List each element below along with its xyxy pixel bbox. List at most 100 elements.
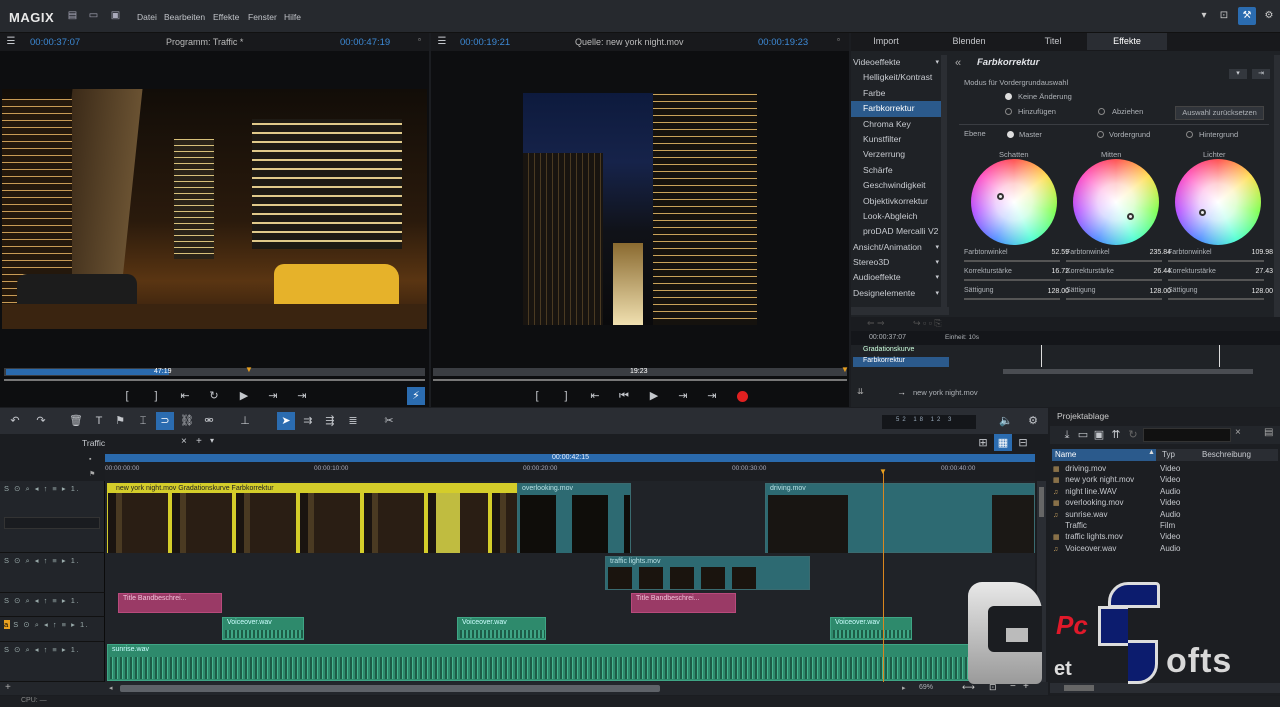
- playhead-handle-icon[interactable]: ▼: [879, 467, 887, 476]
- kf-row-2[interactable]: Farbkorrektur: [853, 357, 949, 367]
- step-frame-icon[interactable]: ⇥: [674, 387, 692, 405]
- category-hscrollbar[interactable]: [851, 307, 949, 315]
- save-icon[interactable]: ▣: [110, 10, 121, 21]
- sat-slider-0[interactable]: [964, 298, 1060, 300]
- radio-master[interactable]: [1007, 131, 1014, 138]
- project-row[interactable]: ▦ overlooking.mov Video: [1053, 497, 1277, 508]
- effect-category-11[interactable]: proDAD Mercalli V2: [851, 224, 941, 239]
- insert-icon[interactable]: ⊥: [236, 412, 254, 430]
- hamburger-icon[interactable]: ☰: [433, 33, 451, 51]
- hue-slider-2[interactable]: [1168, 260, 1264, 262]
- col-type[interactable]: Typ: [1162, 450, 1175, 459]
- clip-sunrise[interactable]: sunrise.wav: [107, 644, 1035, 681]
- track-controls-3[interactable]: S ⊙ ⌕ ◂ ↑ ≡ ▸ 1.: [0, 593, 104, 609]
- tab-dropdown-icon[interactable]: ▾: [210, 436, 214, 445]
- effect-category-8[interactable]: Geschwindigkeit: [851, 178, 941, 193]
- menu-hilfe[interactable]: Hilfe: [284, 12, 301, 22]
- add-track-icon[interactable]: +: [5, 682, 11, 693]
- playback-range[interactable]: 00:00:42:15: [105, 454, 1035, 462]
- delete-icon[interactable]: 🗑: [67, 412, 85, 430]
- maximize-icon[interactable]: ▫: [418, 35, 421, 44]
- lightning-icon[interactable]: ⚡: [407, 387, 425, 405]
- track-header-2[interactable]: S ⊙ ⌕ ◂ ↑ ≡ ▸ 1.: [0, 553, 105, 593]
- sat-slider-2[interactable]: [1168, 298, 1264, 300]
- track-header-1[interactable]: S ⊙ ⌕ ◂ ↑ ≡ ▸ 1.: [0, 481, 105, 553]
- track-header-4[interactable]: a S ⊙ ⌕ ◂ ↑ ≡ ▸ 1.: [0, 617, 105, 642]
- menu-datei[interactable]: Datei: [137, 12, 157, 22]
- record-icon[interactable]: [737, 391, 748, 402]
- add-tab-icon[interactable]: +: [196, 436, 202, 447]
- project-row[interactable]: ♫ sunrise.wav Audio: [1053, 509, 1277, 520]
- effect-category-9[interactable]: Objektivkorrektur: [851, 194, 941, 209]
- timeline-view-icon[interactable]: ▦: [994, 434, 1012, 451]
- mark-in-button[interactable]: [: [118, 387, 136, 405]
- go-to-end-icon[interactable]: ⇥: [703, 387, 721, 405]
- hue-value-0[interactable]: 52.59: [1029, 249, 1069, 256]
- settings-small-icon[interactable]: ⚙: [1024, 412, 1042, 430]
- multi-track-icon[interactable]: ≣: [344, 412, 362, 430]
- color-wheel-0[interactable]: [971, 159, 1057, 245]
- loop-icon[interactable]: ↻: [205, 387, 223, 405]
- corr-value-1[interactable]: 26.44: [1131, 268, 1171, 275]
- save-icon[interactable]: ▣: [1090, 426, 1108, 444]
- storyboard-icon[interactable]: ⊞: [974, 434, 992, 451]
- menu-bearbeiten[interactable]: Bearbeiten: [164, 12, 205, 22]
- effect-category-0[interactable]: Videoeffekte ▾: [851, 55, 941, 70]
- category-scrollbar[interactable]: [941, 55, 947, 307]
- clip-voiceover-2[interactable]: Voiceover.wav: [457, 617, 546, 640]
- back-icon[interactable]: «: [955, 57, 961, 69]
- mark-out-button[interactable]: ]: [557, 387, 575, 405]
- sat-value-1[interactable]: 128.00: [1131, 288, 1171, 295]
- list-view-icon[interactable]: ▤: [1264, 427, 1273, 438]
- play-icon[interactable]: ▶: [235, 387, 253, 405]
- cut-icon[interactable]: ✂: [380, 412, 398, 430]
- scroll-left-icon[interactable]: ◂: [109, 684, 113, 692]
- sat-value-0[interactable]: 128.00: [1029, 288, 1069, 295]
- project-row[interactable]: ♫ night line.WAV Audio: [1053, 486, 1277, 497]
- preset-dropdown[interactable]: ▾: [1229, 69, 1247, 79]
- title-tool-icon[interactable]: T: [90, 412, 108, 430]
- close-tab-icon[interactable]: ×: [181, 436, 187, 447]
- radio-hintergrund[interactable]: [1186, 131, 1193, 138]
- timeline-hscroll-thumb[interactable]: [120, 685, 660, 692]
- radio-hinzufuegen[interactable]: [1005, 108, 1012, 115]
- color-wheel-2[interactable]: [1175, 159, 1261, 245]
- effect-scrollbar[interactable]: [1274, 55, 1280, 335]
- expand-arrow-icon[interactable]: ▾: [935, 286, 939, 301]
- kf-hscrollbar[interactable]: [1003, 369, 1253, 374]
- source-scrub-track[interactable]: 19:23 ▼: [433, 365, 849, 376]
- clip-traffic-lights[interactable]: traffic lights.mov: [605, 556, 810, 590]
- expand-icon[interactable]: ⇥: [1252, 69, 1270, 79]
- track-controls-2[interactable]: S ⊙ ⌕ ◂ ↑ ≡ ▸ 1.: [0, 553, 104, 569]
- track-header-5[interactable]: S ⊙ ⌕ ◂ ↑ ≡ ▸ 1.: [0, 642, 105, 682]
- tab-import[interactable]: Import: [851, 33, 921, 50]
- kf-nav-icons[interactable]: ⇐ ⇒: [867, 318, 885, 329]
- corr-slider-1[interactable]: [1066, 279, 1162, 281]
- effect-category-15[interactable]: Designelemente ▾: [851, 286, 941, 301]
- project-row[interactable]: Traffic Film: [1053, 520, 1277, 531]
- refresh-icon[interactable]: ↻: [1124, 426, 1142, 444]
- effect-category-14[interactable]: Audioeffekte ▾: [851, 270, 941, 285]
- undo-icon[interactable]: ↶: [6, 412, 24, 430]
- radio-keine[interactable]: [1005, 93, 1012, 100]
- clip-overlooking[interactable]: overlooking.mov: [517, 483, 631, 553]
- effect-category-2[interactable]: Farbe: [851, 86, 941, 101]
- expand-arrow-icon[interactable]: ▾: [935, 270, 939, 285]
- radio-vordergrund[interactable]: [1097, 131, 1104, 138]
- project-search-input[interactable]: [1143, 428, 1231, 442]
- menu-fenster[interactable]: Fenster: [248, 12, 277, 22]
- mark-out-button[interactable]: ]: [147, 387, 165, 405]
- effect-category-1[interactable]: Helligkeit/Kontrast: [851, 70, 941, 85]
- track-controls-5[interactable]: S ⊙ ⌕ ◂ ↑ ≡ ▸ 1.: [0, 642, 104, 658]
- expand-arrow-icon[interactable]: ▾: [935, 255, 939, 270]
- project-row[interactable]: ♫ Voiceover.wav Audio: [1053, 543, 1277, 554]
- edit-mode-icon[interactable]: ⚒: [1238, 7, 1256, 25]
- zoom-level[interactable]: 69%: [919, 684, 933, 691]
- step-frame-icon[interactable]: ⇥: [264, 387, 282, 405]
- playhead-marker-icon[interactable]: ▼: [841, 365, 849, 374]
- track-header-3[interactable]: S ⊙ ⌕ ◂ ↑ ≡ ▸ 1.: [0, 593, 105, 617]
- project-row[interactable]: ▦ new york night.mov Video: [1053, 474, 1277, 485]
- kf-row-1[interactable]: Gradationskurve: [853, 346, 1003, 356]
- effect-category-3[interactable]: Farbkorrektur: [851, 101, 941, 117]
- scroll-right-icon[interactable]: ▸: [902, 684, 906, 692]
